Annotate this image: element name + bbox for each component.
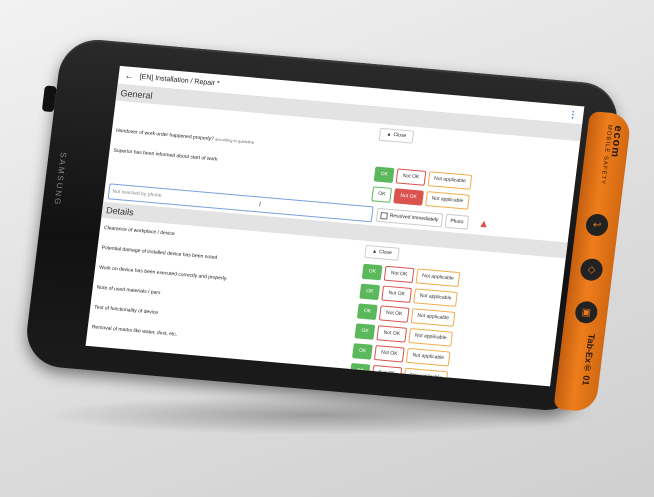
not-ok-button[interactable]: Not OK — [383, 265, 415, 283]
not-ok-button[interactable]: Not OK — [374, 344, 405, 362]
ok-button[interactable]: OK — [354, 322, 376, 340]
resolved-immediately-checkbox[interactable]: Resolved immediately — [375, 207, 444, 228]
not-applicable-button[interactable]: Not applicable — [412, 287, 459, 307]
close-button[interactable]: ▲ Close — [378, 127, 414, 144]
not-applicable-button[interactable]: Not applicable — [410, 307, 456, 327]
not-applicable-button[interactable]: Not applicable — [427, 170, 473, 190]
question-hint: according to guideline — [214, 136, 255, 145]
ok-button[interactable]: OK — [361, 263, 383, 280]
not-ok-button[interactable]: Not OK — [393, 187, 424, 206]
text-cursor-icon: I — [258, 200, 262, 209]
not-applicable-button[interactable]: Not applicable — [415, 267, 461, 287]
checkbox-icon — [380, 211, 389, 220]
not-applicable-button[interactable]: Not applicable — [405, 347, 451, 367]
not-applicable-button[interactable]: Not applicable — [407, 327, 454, 347]
not-ok-button[interactable]: Not OK — [395, 167, 427, 186]
ok-button[interactable]: OK — [371, 185, 393, 203]
not-ok-button[interactable]: Not OK — [381, 285, 412, 303]
not-applicable-button[interactable]: Not applicable — [424, 190, 471, 210]
tablet-screen: ← [EN] Installation / Repair * ⋮ General… — [85, 65, 585, 387]
ok-button[interactable]: OK — [356, 302, 378, 320]
question-label: Handover of work order happened properly… — [115, 127, 215, 143]
ok-button[interactable]: OK — [352, 342, 374, 360]
chevron-up-icon: ▲ — [386, 131, 392, 138]
close-button[interactable]: ▲ Close — [364, 244, 400, 261]
ok-button[interactable]: OK — [359, 283, 381, 300]
not-ok-button[interactable]: Not OK — [376, 324, 407, 343]
chevron-up-icon: ▲ — [371, 248, 378, 255]
page-title: [EN] Installation / Repair * — [139, 73, 221, 88]
back-arrow-icon[interactable]: ← — [124, 70, 134, 81]
ok-button[interactable]: OK — [373, 165, 395, 183]
overflow-menu-icon[interactable]: ⋮ — [568, 109, 578, 121]
rugged-tablet: SAMSUNG ecom MOBILE SAFETY ↩ ◇ ▣ Tab-Ex® … — [22, 36, 632, 414]
photo-button[interactable]: Photo — [444, 213, 470, 230]
warning-icon: ▲ — [477, 217, 490, 231]
not-ok-button[interactable]: Not OK — [379, 304, 410, 323]
